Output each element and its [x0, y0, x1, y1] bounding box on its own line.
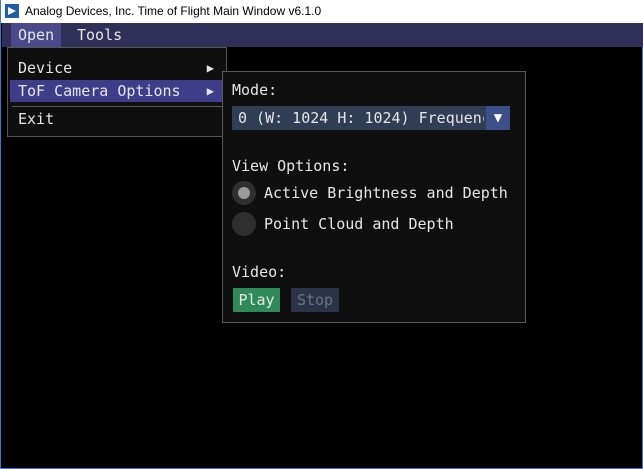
menu-separator	[12, 106, 222, 107]
mode-dropdown[interactable]: 0 (W: 1024 H: 1024) Frequency ▼	[232, 106, 510, 130]
triangle-down-icon[interactable]: ▼	[486, 106, 510, 130]
radio-selected-indicator	[238, 187, 250, 199]
menu-tools[interactable]: Tools	[70, 23, 129, 47]
window-title: Analog Devices, Inc. Time of Flight Main…	[25, 4, 322, 18]
title-bar: Analog Devices, Inc. Time of Flight Main…	[1, 0, 643, 23]
tof-camera-options-panel: Mode: 0 (W: 1024 H: 1024) Frequency ▼ Vi…	[222, 71, 526, 323]
menu-item-label: ToF Camera Options	[18, 82, 181, 100]
chevron-right-icon: ▶	[206, 84, 214, 98]
open-menu-dropdown: Device ▶ ToF Camera Options ▶ Exit	[7, 47, 227, 137]
menu-item-device[interactable]: Device ▶	[10, 57, 224, 79]
menu-bar: Open Tools	[2, 23, 643, 47]
mode-value: 0 (W: 1024 H: 1024) Frequency	[238, 109, 484, 127]
menu-item-exit[interactable]: Exit	[10, 108, 224, 130]
mode-label: Mode:	[232, 81, 278, 99]
radio-point-cloud-depth[interactable]	[232, 212, 256, 236]
app-logo-icon	[5, 4, 19, 18]
view-options-label: View Options:	[232, 157, 350, 175]
menu-open[interactable]: Open	[11, 23, 62, 47]
radio-label-point-cloud-depth[interactable]: Point Cloud and Depth	[264, 215, 454, 233]
menu-item-tof-camera-options[interactable]: ToF Camera Options ▶	[10, 80, 224, 102]
menu-item-label: Device	[18, 59, 73, 77]
chevron-right-icon: ▶	[206, 61, 214, 75]
video-label: Video:	[232, 263, 287, 281]
play-button[interactable]: Play	[233, 288, 280, 312]
stop-button[interactable]: Stop	[291, 288, 339, 312]
radio-label-active-brightness-depth[interactable]: Active Brightness and Depth	[264, 184, 508, 202]
radio-active-brightness-depth[interactable]	[232, 181, 256, 205]
main-window: Analog Devices, Inc. Time of Flight Main…	[0, 0, 643, 469]
menu-item-label: Exit	[18, 110, 55, 128]
